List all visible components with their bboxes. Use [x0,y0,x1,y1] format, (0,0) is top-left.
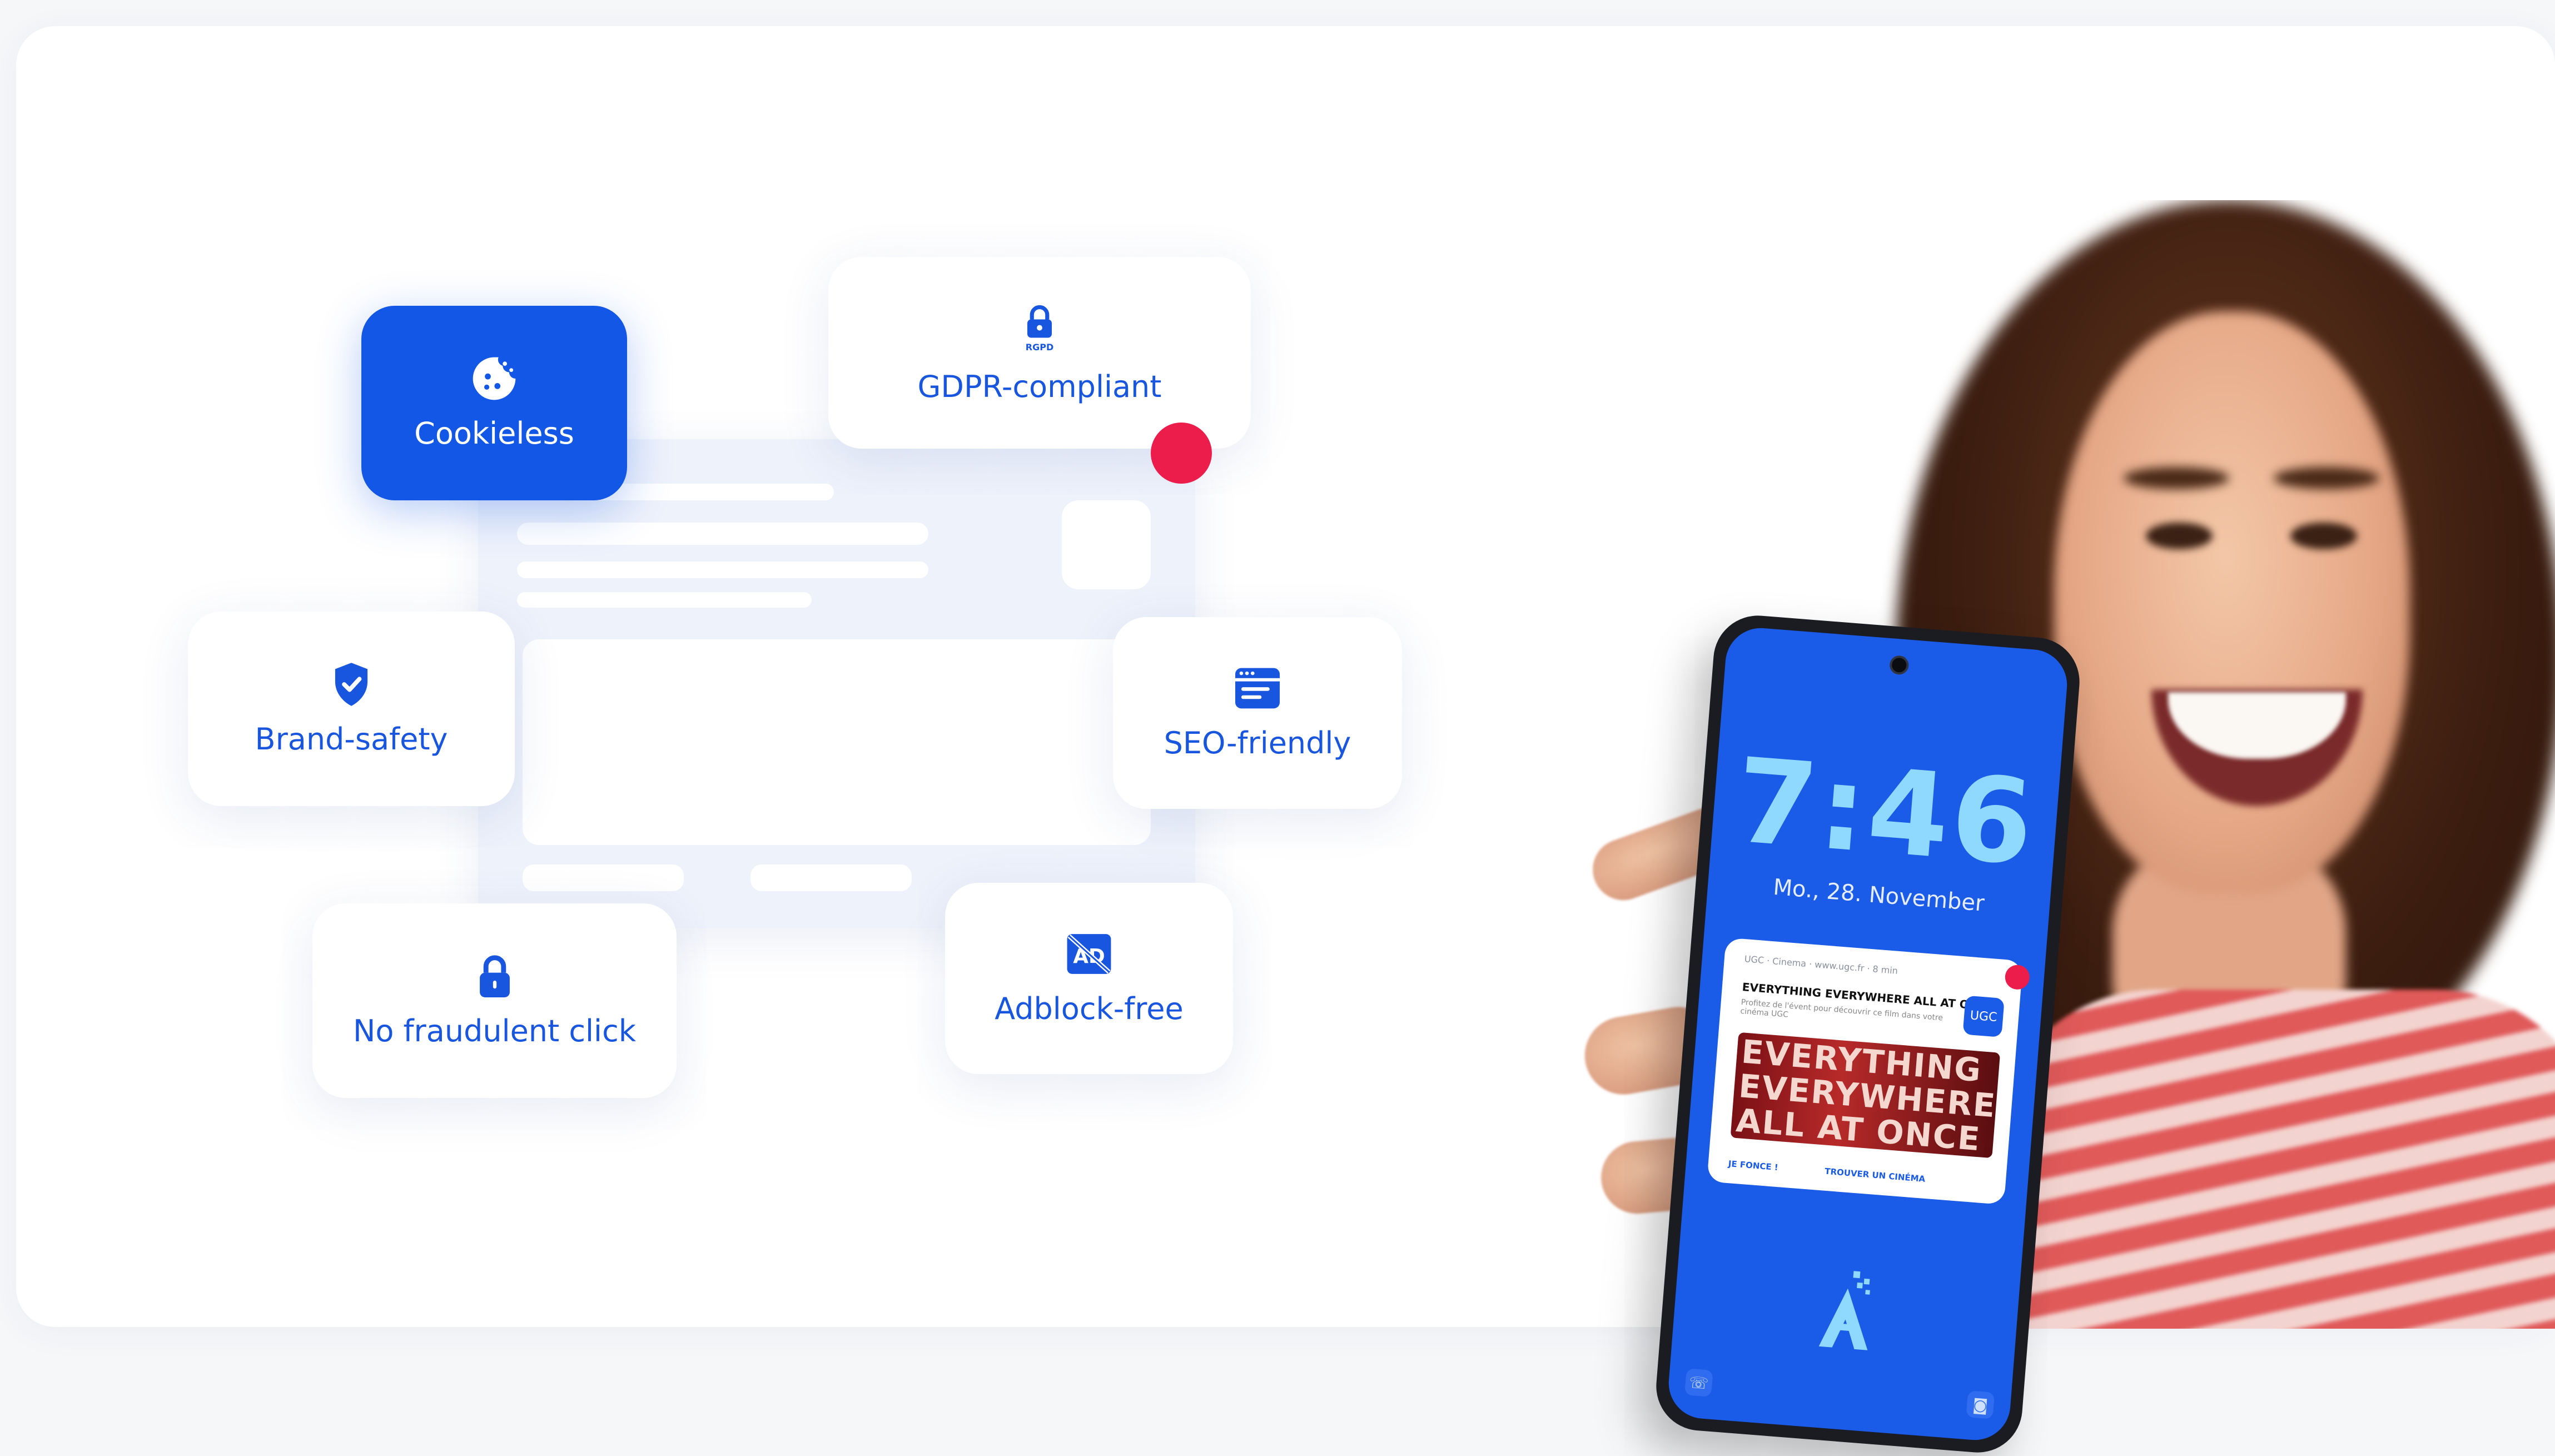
feature-card-seo: SEO-friendly [1113,617,1402,809]
placeholder-thumbnail [1062,500,1151,589]
cookie-icon [469,356,520,401]
eyebrow [2124,467,2229,489]
lockscreen-time: 7:46 [1731,732,2040,892]
notification-dot [2004,964,2031,991]
feature-label: GDPR-compliant [917,369,1162,404]
lock-icon: RGPD [1021,302,1058,355]
feature-label: Cookieless [414,415,574,451]
phone-lockscreen: 7:46 Mo., 28. November UGC · Cinema · ww… [1666,625,2070,1443]
eyebrow [2274,467,2379,489]
feature-label: No fraudulent click [352,1013,637,1048]
striped-shirt [1990,990,2555,1329]
feature-card-gdpr: RGPD GDPR-compliant [828,257,1251,449]
camera-shortcut-icon[interactable]: ◙ [1966,1390,1995,1419]
eye [2146,523,2213,549]
push-notification[interactable]: UGC · Cinema · www.ugc.fr · 8 min EVERYT… [1707,937,2031,1205]
placeholder-line [517,561,928,578]
feature-label: SEO-friendly [1164,725,1351,761]
placeholder-content-block [523,639,1151,845]
placeholder-button [750,864,912,891]
feature-card-adblock: AD Adblock-free [945,883,1233,1074]
feature-card-cookieless: Cookieless [361,306,627,500]
placeholder-button [523,864,684,891]
placeholder-line [589,484,834,500]
ad-blocked-icon: AD [1065,931,1113,977]
shield-check-icon [329,662,374,707]
brand-logo-icon [1818,1271,1870,1350]
browser-window-icon [1233,665,1282,711]
lock-icon [474,953,516,999]
placeholder-line [517,523,928,545]
mock-ad-panel [478,439,1195,928]
feature-label: Adblock-free [995,991,1184,1026]
rgpd-caption: RGPD [1025,341,1054,352]
notification-action-find-cinema[interactable]: TROUVER UN CINÉMA [1825,1166,1926,1184]
ugc-logo-badge: UGC [1962,995,2005,1037]
feature-card-fraud: No fraudulent click [312,903,677,1098]
face [2054,311,2410,895]
movie-banner-image: EVERYTHING EVERYWHERE ALL AT ONCE [1730,1032,2001,1159]
notification-dot [1151,423,1212,484]
feature-label: Brand-safety [255,721,448,757]
eye [2290,523,2357,549]
phone-shortcut-icon[interactable]: ☏ [1684,1368,1713,1397]
notification-action-primary[interactable]: JE FONCE ! [1728,1159,1778,1172]
front-camera [1888,655,1910,675]
placeholder-line [517,592,812,608]
notification-meta: UGC · Cinema · www.ugc.fr · 8 min [1744,953,1898,976]
smartphone: 7:46 Mo., 28. November UGC · Cinema · ww… [1653,612,2083,1456]
feature-card-brand-safety: Brand-safety [188,612,515,806]
